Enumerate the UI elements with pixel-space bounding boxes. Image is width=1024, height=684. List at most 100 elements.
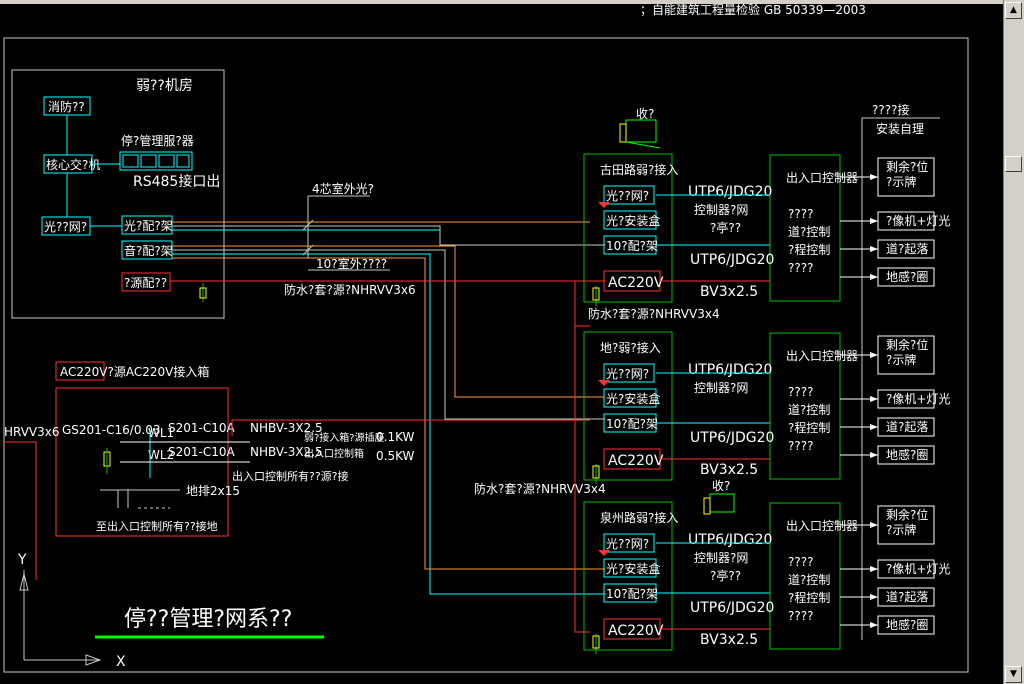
device-label-3: 道?起落 [886,242,928,256]
device-arrow-2 [870,566,878,572]
terminal-1-label: 收? [636,107,654,121]
controller-q4: ???? [788,261,813,275]
nhrvv-label-1: 防水?套?源?NHRVV3x6 [284,282,416,297]
mgmt-server-label: 停?管理服?器 [121,133,194,148]
device-arrow-2 [870,396,878,402]
axis-x: X [116,654,126,670]
outdoor-fiber-label: 4芯室外光? [312,181,374,196]
odf-label: 光?配?架 [124,219,173,233]
controller-q2: 道?控制 [788,403,830,417]
audio-rack-label: 音?配?架 [124,243,173,258]
server-slot [122,154,139,168]
controller-q1: ???? [788,555,813,569]
drawing-title: 停??管理?网系?? [124,607,292,632]
scroll-up-button[interactable]: ▲ [1005,2,1022,19]
station-2: 地?弱?接入光??网? 光?安装盒 10?配?架 AC220V 出入口控制器???? 道?… [583,331,950,484]
fiber-arrow [598,380,610,386]
device-arrow-1 [870,522,878,528]
terminal-1 [619,119,661,149]
media-converter-label: 光??网? [606,537,649,551]
device-label-2: ?像机+灯光 [886,214,950,228]
control-net-label: 控制器?网 [694,381,748,395]
scroll-thumb[interactable] [1005,156,1022,172]
panel-note: 出入口控制所有??源?接 [232,469,349,483]
stations: 古田路弱?接入光??网? 光?安装盒 10?配?架 AC220V 出入口控制器???? 道… [574,153,950,654]
device-arrow-1 [870,352,878,358]
device-arrow-3 [870,594,878,600]
device-arrow-4 [870,452,878,458]
wl1-label: WL1 [148,426,174,440]
device-arrow-3 [870,246,878,252]
outdoor-copper-label: 10?室外???? [316,256,387,271]
station-1: 古田路弱?接入光??网? 光?安装盒 10?配?架 AC220V 出入口控制器???? 道… [583,153,950,306]
wl2-label: WL2 [148,448,174,462]
power-feed-b [574,326,590,633]
media-converter-label: 光??网? [606,189,649,203]
controller-q1: ???? [788,385,813,399]
cad-drawing-canvas[interactable]: ；自能建筑工程量检验 GB 50339—2003 弱??机房 消防?? 停?管理… [0,0,1024,684]
bv-label: BV3x2.5 [700,462,758,478]
device-label-1: 剩余?位?示牌 [886,507,928,537]
device-arrow-2 [870,218,878,224]
device-label-4: 地感?圈 [886,617,928,632]
utp-label-2: UTP6/JDG20 [690,600,774,616]
fiber-box-label: 光?安装盒 [606,213,660,228]
device-arrow-4 [870,274,878,280]
controller-q2: 道?控制 [788,573,830,587]
ground-note: 至出入口控制所有??接地 [96,519,218,533]
load-1: 弱?接入箱?源插座 [304,431,385,444]
trunk-cables [170,195,605,595]
booth-label: ?亭?? [710,568,741,583]
scroll-down-button[interactable]: ▼ [1005,666,1022,683]
server-room-title: 弱??机房 [136,78,193,94]
cable-to-station3 [172,253,605,595]
bv-label: BV3x2.5 [700,632,758,648]
station-3: 泉州路弱?接入光??网? 光?安装盒 10?配?架 AC220V 出入口控制器???? 道… [583,501,950,654]
device-label-2: ?像机+灯光 [886,392,950,406]
media-converter-label: 光??网? [606,367,649,381]
utp-label-1: UTP6/JDG20 [688,532,772,548]
server-slot [176,154,190,168]
ground-symbol [199,283,207,302]
controller-label: 出入口控制器 [786,519,858,533]
device-label-3: 道?起落 [886,590,928,604]
controller-q4: ???? [788,439,813,453]
nhrvv-label-2: 防水?套?源?NHRVV3x4 [588,306,720,321]
controller-label: 出入口控制器 [786,349,858,363]
control-net-label: 控制器?网 [694,551,748,565]
optical-nic-label: 光??网? [44,220,87,234]
nhrvv-label-3: 防水?套?源?NHRVV3x4 [474,481,606,496]
power-panel-title: AC220V?源AC220V接入箱 [60,364,209,379]
server-slot [140,154,157,168]
ac-label: AC220V [608,275,664,291]
header-note: ；自能建筑工程量检验 GB 50339—2003 [640,2,866,17]
power-panel: AC220V?源AC220V接入箱 HRVV3x6 GS201-C16/0.03… [4,361,415,580]
fiber-box-label: 光?安装盒 [606,561,660,576]
top-right-label-1: ????接 [872,102,909,117]
device-label-3: 道?起落 [886,420,928,434]
vertical-scrollbar[interactable]: ▲ ▼ [1003,0,1024,684]
server-slot [158,154,175,168]
fiber-arrow [598,550,610,556]
device-label-2: ?像机+灯光 [886,562,950,576]
device-label-1: 剩余?位?示牌 [886,337,928,367]
fiber-to-station3 [172,257,605,570]
booth-label: ?亭?? [710,220,741,235]
rs485-label: RS485接口出 [133,173,220,190]
station-name: 泉州路弱?接入 [600,510,678,525]
station-name: 古田路弱?接入 [600,162,678,177]
device-label-4: 地感?圈 [886,269,928,284]
station-name: 地?弱?接入 [600,340,661,355]
terminal-2 [703,493,735,515]
control-net-label: 控制器?网 [694,203,748,217]
controller-label: 出入口控制器 [786,171,858,185]
cable-to-station1 [172,225,605,246]
device-arrow-1 [870,174,878,180]
controller-q3: ?程控制 [788,590,830,605]
utp-label-2: UTP6/JDG20 [690,252,774,268]
controller-q1: ???? [788,207,813,221]
controller-q4: ???? [788,609,813,623]
device-arrow-4 [870,622,878,628]
breaker-2: S201-C10A [168,445,236,459]
utp-label-1: UTP6/JDG20 [688,184,772,200]
